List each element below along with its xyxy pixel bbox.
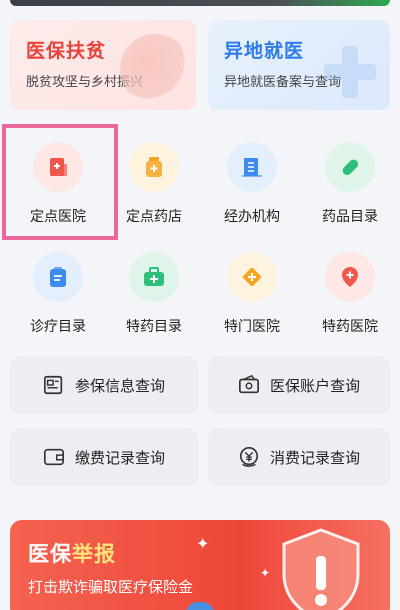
service-item[interactable]: 经办机构: [204, 128, 300, 232]
service-item[interactable]: 定点药店: [106, 128, 202, 232]
query-label: 参保信息查询: [74, 376, 165, 395]
medical-cross-icon: [324, 46, 376, 98]
query-label: 消费记录查询: [269, 448, 360, 467]
insurance-info-query-button[interactable]: 参保信息查询: [10, 356, 198, 414]
hospital-icon: [33, 142, 83, 192]
service-label: 特药目录: [126, 319, 182, 335]
pill-icon: [325, 142, 375, 192]
account-query-button[interactable]: 医保账户查询: [208, 356, 390, 414]
service-item[interactable]: 药品目录: [302, 128, 398, 232]
clipboard-icon: [33, 252, 83, 302]
building-icon: [227, 142, 277, 192]
service-label: 药品目录: [322, 209, 378, 225]
wallet-icon: [43, 448, 64, 466]
payment-record-query-button[interactable]: 缴费记录查询: [10, 428, 198, 486]
id-card-icon: [43, 375, 63, 395]
diamond-plus-icon: [227, 252, 277, 302]
account-icon: [238, 374, 259, 394]
decoration-icon: [120, 34, 190, 104]
shield-alert-icon: [282, 528, 360, 610]
service-label: 定点医院: [30, 209, 86, 225]
sparkle-icon: ✦: [196, 534, 210, 553]
medkit-icon: [129, 252, 179, 302]
location-plus-icon: [325, 252, 375, 302]
top-banner-strip: [10, 0, 390, 6]
fraud-report-banner[interactable]: 医保举报 打击欺诈骗取医疗保险金 ✦ ✦: [10, 520, 390, 610]
service-label: 特药医院: [322, 319, 378, 335]
service-item[interactable]: 特药医院: [302, 238, 398, 342]
service-label: 特门医院: [224, 319, 280, 335]
yuan-icon: [239, 447, 259, 467]
query-label: 医保账户查询: [269, 376, 360, 395]
service-item[interactable]: 定点医院: [10, 128, 106, 232]
consumption-record-query-button[interactable]: 消费记录查询: [208, 428, 390, 486]
service-item[interactable]: 诊疗目录: [10, 238, 106, 342]
service-item[interactable]: 特药目录: [106, 238, 202, 342]
service-item[interactable]: 特门医院: [204, 238, 300, 342]
remote-medical-banner[interactable]: 异地就医 异地就医备案与查询: [208, 20, 390, 110]
service-label: 诊疗目录: [30, 319, 86, 335]
service-label: 定点药店: [126, 209, 182, 225]
service-label: 经办机构: [224, 209, 280, 225]
pharmacy-icon: [129, 142, 179, 192]
query-label: 缴费记录查询: [74, 448, 165, 467]
poverty-relief-banner[interactable]: 医保扶贫 脱贫攻坚与乡村振兴: [10, 20, 196, 110]
sparkle-icon: ✦: [260, 566, 271, 580]
